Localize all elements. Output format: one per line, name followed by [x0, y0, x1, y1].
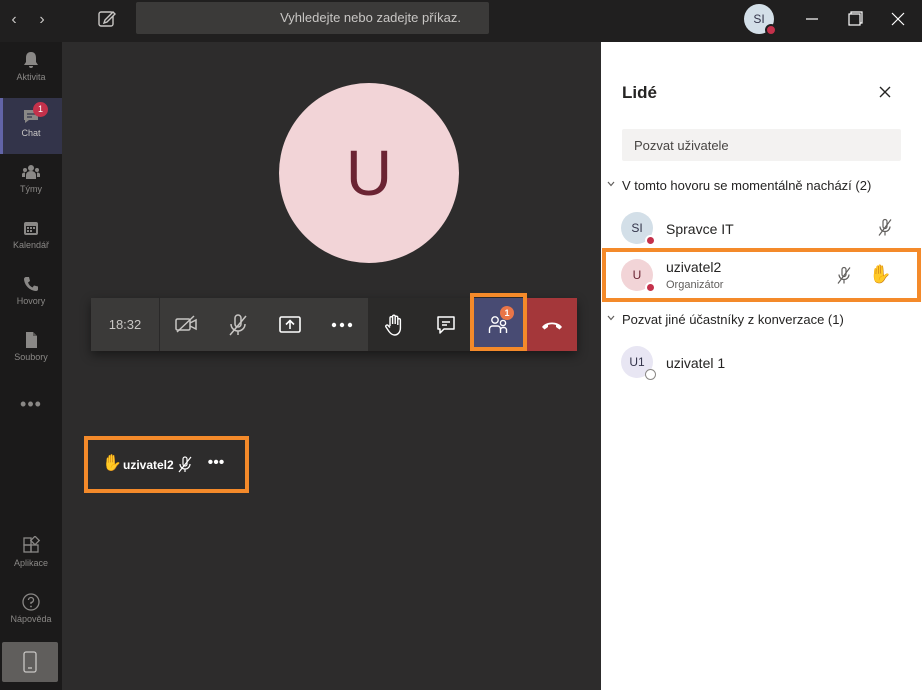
mobile-device-icon: [23, 651, 37, 673]
people-panel: Lidé V tomto hovoru se momentálně nacház…: [601, 42, 922, 690]
user-avatar-initials: SI: [753, 12, 765, 26]
chevron-down-icon: [607, 315, 615, 321]
files-icon: [26, 332, 37, 348]
panel-title: Lidé: [622, 83, 657, 102]
app-rail: Aktivita Chat 1 Týmy Kalendář Hovory Sou…: [0, 42, 62, 690]
share-screen-icon: [279, 316, 301, 333]
rail-item-label: Soubory: [14, 352, 48, 362]
bell-icon: [24, 52, 38, 68]
section-in-call[interactable]: V tomto hovoru se momentálně nachází (2): [607, 176, 907, 198]
ellipsis-icon: [331, 322, 353, 328]
rail-item-label: Aplikace: [13, 558, 49, 568]
caller-avatar: U: [279, 83, 459, 263]
conversation-icon: [437, 316, 455, 334]
search-input[interactable]: Vyhledejte nebo zadejte příkaz.: [136, 2, 489, 34]
avatar: U1: [621, 346, 656, 380]
close-window-icon[interactable]: [878, 4, 918, 34]
teams-icon: [22, 165, 40, 179]
minimize-icon[interactable]: [792, 4, 832, 34]
forward-icon[interactable]: ›: [32, 10, 52, 30]
mute-button[interactable]: [212, 298, 264, 351]
avatar: SI: [621, 212, 656, 246]
rail-item-calendar[interactable]: Kalendář: [0, 210, 62, 266]
raise-hand-button[interactable]: [368, 298, 420, 351]
rail-item-label: Chat: [21, 128, 41, 138]
share-screen-button[interactable]: [264, 298, 316, 351]
invite-people-input[interactable]: [622, 129, 901, 161]
rail-item-label: Hovory: [16, 296, 46, 306]
call-timer: 18:32: [91, 298, 160, 351]
rail-item-label: Týmy: [20, 184, 42, 194]
user-avatar[interactable]: SI: [744, 4, 777, 36]
back-icon[interactable]: ‹: [4, 10, 24, 30]
person-row[interactable]: U1 uzivatel 1: [601, 340, 922, 384]
participant-tile-highlight: [84, 436, 249, 493]
avatar-initials: U1: [629, 355, 645, 369]
device-button[interactable]: [2, 642, 58, 682]
phone-icon: [24, 277, 38, 291]
offline-status-icon: [645, 369, 656, 380]
person-row[interactable]: SI Spravce IT: [601, 206, 922, 250]
close-panel-button[interactable]: [873, 80, 897, 104]
chat-badge: 1: [33, 102, 48, 117]
compose-icon[interactable]: [96, 8, 118, 30]
help-icon: [22, 593, 40, 611]
raise-hand-icon: [385, 314, 402, 336]
chevron-down-icon: [607, 181, 615, 187]
title-bar: ‹ › Vyhledejte nebo zadejte příkaz. SI: [0, 0, 922, 42]
chat-button[interactable]: [420, 298, 472, 351]
hang-up-icon: [541, 322, 562, 330]
rail-item-files[interactable]: Soubory: [0, 322, 62, 378]
rail-item-teams[interactable]: Týmy: [0, 154, 62, 210]
person-name: Spravce IT: [666, 221, 734, 237]
rail-item-chat[interactable]: Chat 1: [0, 98, 62, 154]
close-icon: [879, 86, 891, 98]
rail-item-label: Kalendář: [12, 240, 50, 250]
calendar-icon: [24, 222, 38, 235]
mic-off-icon: [229, 314, 247, 336]
camera-off-button[interactable]: [160, 298, 212, 351]
more-actions-button[interactable]: [316, 298, 368, 351]
section-in-call-label: V tomto hovoru se momentálně nachází (2): [622, 178, 872, 193]
section-invite-others[interactable]: Pozvat jiné účastníky z konverzace (1): [607, 310, 907, 332]
busy-status-icon: [645, 235, 656, 246]
rail-item-help[interactable]: Nápověda: [0, 584, 62, 640]
rail-item-activity[interactable]: Aktivita: [0, 42, 62, 98]
rail-item-apps[interactable]: Aplikace: [0, 528, 62, 584]
rail-item-calls[interactable]: Hovory: [0, 266, 62, 322]
person-name: uzivatel 1: [666, 355, 726, 371]
mic-off-icon: [876, 218, 894, 242]
leave-call-button[interactable]: [526, 298, 577, 351]
person-highlight: [602, 248, 921, 302]
rail-item-label: Nápověda: [10, 614, 52, 624]
camera-off-icon: [175, 315, 197, 333]
participants-highlight: [470, 293, 527, 351]
busy-status-icon: [765, 24, 777, 36]
rail-item-label: Aktivita: [16, 72, 46, 82]
rail-more-icon[interactable]: •••: [0, 394, 62, 418]
section-invite-label: Pozvat jiné účastníky z konverzace (1): [622, 312, 844, 327]
apps-icon: [23, 536, 41, 553]
avatar-initials: SI: [631, 221, 643, 235]
maximize-icon[interactable]: [835, 4, 875, 34]
